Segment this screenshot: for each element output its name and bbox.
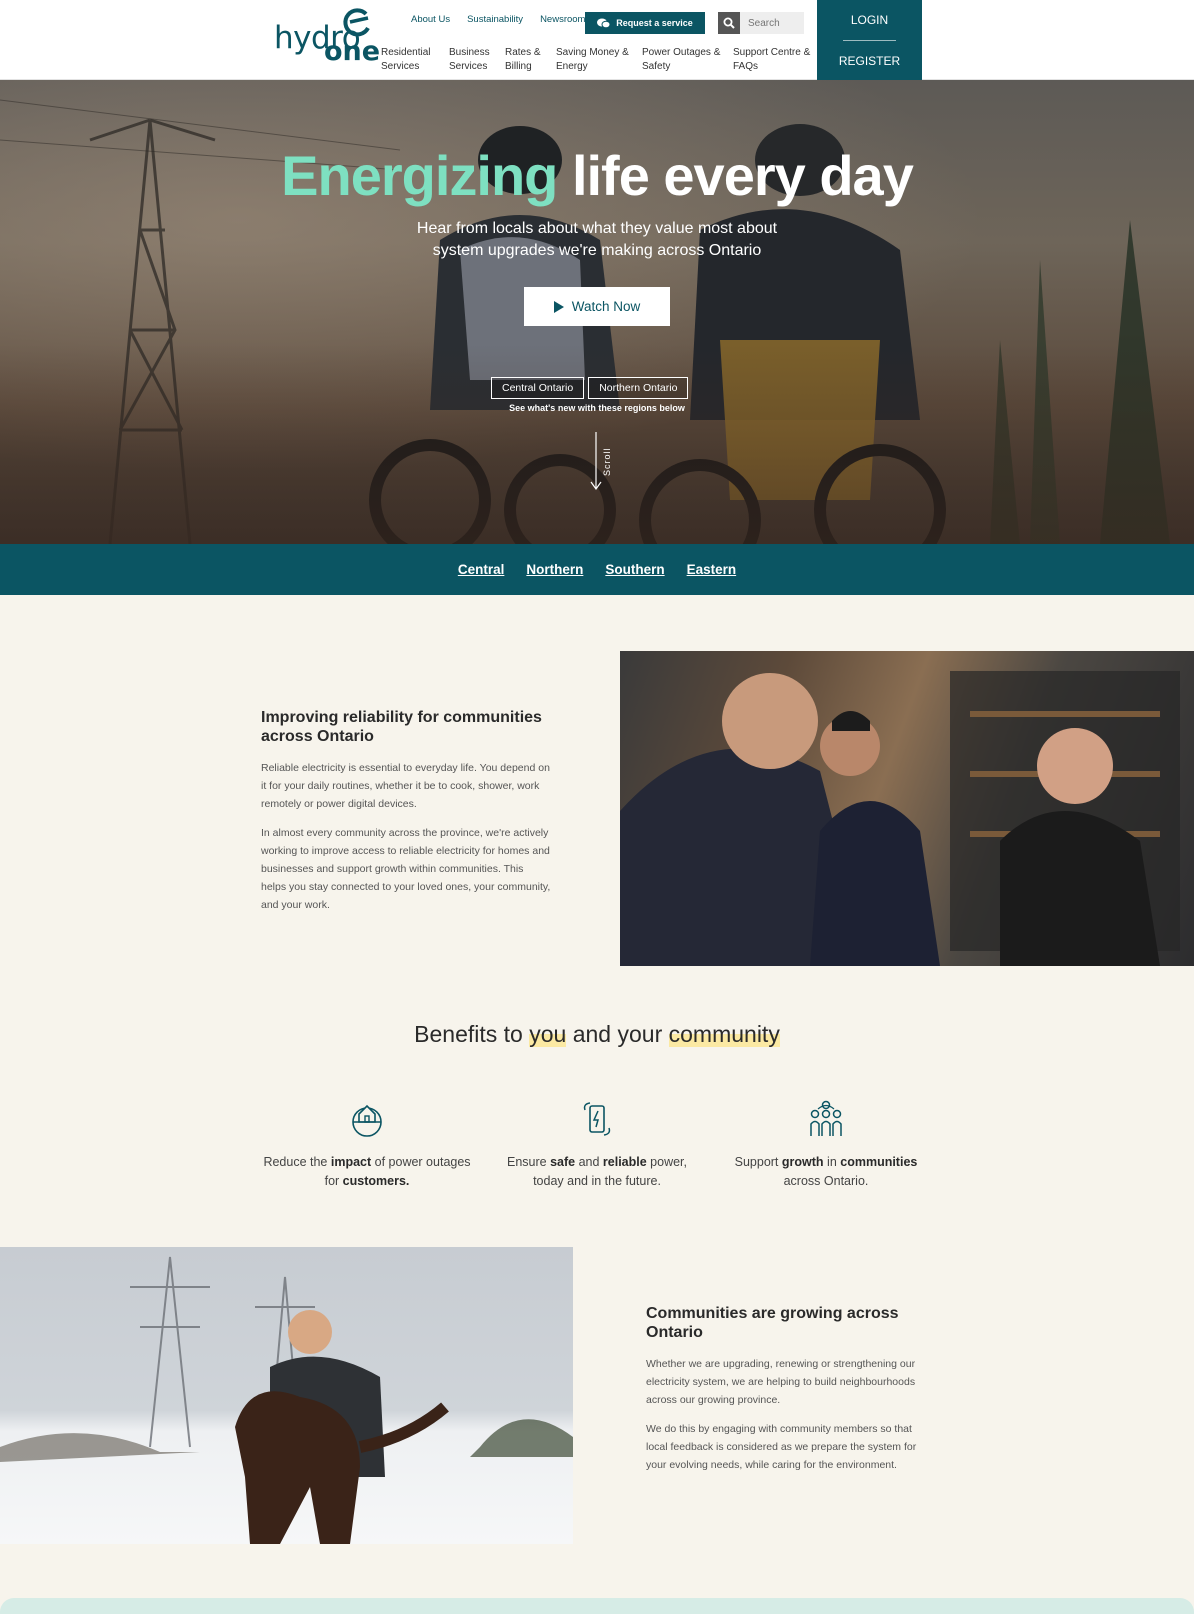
benefit-text: Reduce the impact of power outages for c…	[263, 1155, 471, 1188]
nav-residential-services[interactable]: Residential Services	[381, 46, 449, 74]
hydro-one-logo[interactable]: hydro one	[272, 8, 380, 67]
request-service-button[interactable]: Request a service	[585, 12, 705, 34]
hero-subtitle: Hear from locals about what they value m…	[416, 220, 778, 259]
search-input[interactable]	[740, 12, 804, 34]
benefit-safe-reliable: Ensure safe and reliable power, today an…	[490, 1100, 704, 1191]
community-people-icon	[810, 1100, 842, 1136]
search-icon	[723, 17, 735, 29]
search-button[interactable]	[718, 12, 740, 34]
hero-banner: Energizing life every day Hear from loca…	[0, 80, 1194, 544]
growing-paragraph-2: We do this by engaging with community me…	[646, 1423, 917, 1471]
battery-refresh-icon	[583, 1102, 611, 1136]
sustainability-link[interactable]: Sustainability	[467, 14, 523, 25]
watch-now-button[interactable]: Watch Now	[524, 287, 670, 326]
scroll-indicator[interactable]: Scroll	[590, 432, 620, 492]
benefits-heading: Benefits to you and your community	[414, 1021, 780, 1047]
hero-title: Energizing life every day	[281, 144, 914, 207]
scroll-label: Scroll	[602, 447, 612, 476]
growing-heading: Communities are growing across Ontario	[646, 1305, 899, 1341]
nav-business-services[interactable]: Business Services	[449, 46, 505, 74]
region-note: See what's new with these regions below	[509, 403, 685, 413]
reliability-paragraph-1: Reliable electricity is essential to eve…	[261, 762, 550, 810]
main-nav: Residential Services Business Services Rat…	[381, 46, 819, 74]
play-icon	[553, 300, 564, 313]
reliability-heading: Improving reliability for communities ac…	[261, 709, 542, 745]
growing-paragraph-1: Whether we are upgrading, renewing or st…	[646, 1358, 916, 1406]
house-globe-icon	[352, 1104, 382, 1137]
utility-nav: About Us Sustainability Newsroom	[411, 14, 585, 25]
nav-rates-billing[interactable]: Rates & Billing	[505, 46, 556, 74]
region-buttons: Central Ontario Northern Ontario	[491, 377, 689, 399]
region-link-central[interactable]: Central	[458, 562, 505, 577]
logo-swirl-icon	[343, 8, 370, 37]
benefit-text: Support growth in communities across Ont…	[734, 1155, 918, 1188]
search-box	[718, 12, 804, 34]
region-link-northern[interactable]: Northern	[526, 562, 583, 577]
reliability-section: Improving reliability for communities ac…	[261, 708, 551, 925]
benefit-reduce-outages: Reduce the impact of power outages for c…	[260, 1100, 474, 1191]
account-panel: LOGIN REGISTER	[817, 0, 922, 80]
about-us-link[interactable]: About Us	[411, 14, 450, 25]
footer-band	[0, 1598, 1194, 1614]
northern-ontario-button[interactable]: Northern Ontario	[588, 377, 689, 399]
benefit-text: Ensure safe and reliable power, today an…	[506, 1155, 688, 1188]
chat-bubbles-icon	[597, 18, 611, 28]
register-link[interactable]: REGISTER	[817, 54, 922, 68]
nav-support-centre-faqs[interactable]: Support Centre & FAQs	[733, 46, 819, 74]
nav-saving-money-energy[interactable]: Saving Money & Energy	[556, 46, 642, 74]
region-tabs-bar: Central Northern Southern Eastern	[0, 544, 1194, 595]
benefit-support-growth: Support growth in communities across Ont…	[719, 1100, 933, 1191]
region-link-southern[interactable]: Southern	[605, 562, 664, 577]
reliability-paragraph-2: In almost every community across the pro…	[261, 827, 551, 911]
account-divider	[843, 40, 896, 41]
man-with-dog-photo	[0, 1247, 573, 1544]
store-conversation-photo	[620, 651, 1194, 966]
site-header: hydro one About Us Sustainability Newsro…	[0, 0, 1194, 80]
login-link[interactable]: LOGIN	[817, 13, 922, 27]
nav-power-outages-safety[interactable]: Power Outages & Safety	[642, 46, 733, 74]
region-link-eastern[interactable]: Eastern	[687, 562, 737, 577]
newsroom-link[interactable]: Newsroom	[540, 14, 585, 25]
growing-section: Communities are growing across Ontario W…	[646, 1304, 926, 1485]
central-ontario-button[interactable]: Central Ontario	[491, 377, 585, 399]
